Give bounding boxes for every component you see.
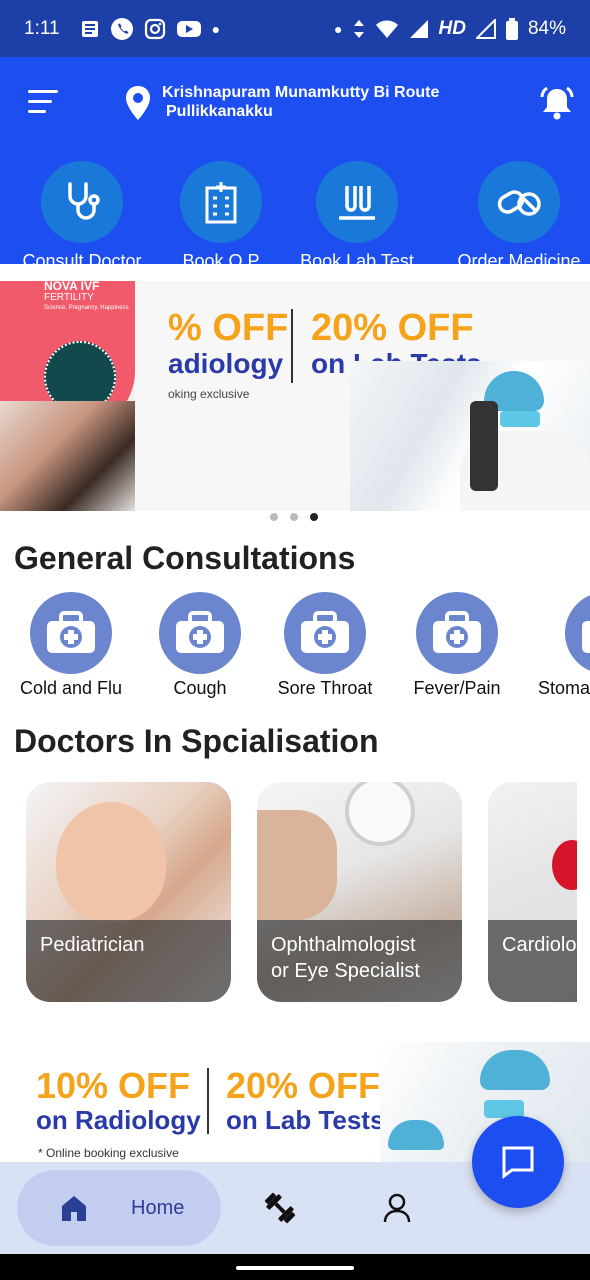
specialisation-title: Doctors In Spcialisation [14, 723, 379, 759]
family-photo [0, 401, 135, 511]
consult-icon-circle [565, 592, 590, 674]
consult-stomach[interactable]: Stoma [536, 592, 590, 699]
quick-label: Book Lab Test [300, 251, 414, 271]
quick-book-op[interactable]: Book O P [146, 161, 296, 272]
promo-radiology: 10% OFF on Radiology [36, 1065, 201, 1136]
menu-button[interactable] [28, 90, 64, 116]
home-icon [62, 1196, 86, 1221]
signal-icon [475, 18, 496, 39]
consult-label: Cough [173, 678, 227, 698]
specialist-caption: Ophthalmologist or Eye Specialist [257, 920, 462, 1002]
consult-label: Fever/Pain [413, 678, 501, 698]
quick-label: Order Medicine [457, 251, 581, 271]
chat-fab-button[interactable] [472, 1116, 564, 1208]
medical-kit-icon [301, 611, 349, 653]
gesture-handle[interactable] [236, 1266, 354, 1270]
quick-consult-doctor[interactable]: Consult Doctor [7, 161, 157, 272]
dumbbell-icon[interactable] [262, 1190, 298, 1226]
banner-offer-text: % OFF adiology oking exclusive [168, 307, 289, 401]
instagram-icon [144, 18, 165, 39]
hospital-icon [205, 182, 237, 224]
app-header: Krishnapuram Munamkutty Bi Route Pullikk… [0, 57, 590, 271]
promo-divider [207, 1068, 209, 1134]
network-type: HD [438, 17, 466, 39]
consult-label: Stoma [538, 678, 590, 698]
specialist-caption: Cardiolo [488, 920, 577, 1002]
chat-icon [502, 1146, 534, 1179]
consult-icon-circle [284, 592, 366, 674]
consult-cold-flu[interactable]: Cold and Flu [1, 592, 141, 699]
system-navigation-bar [0, 1254, 590, 1280]
pills-icon [497, 190, 541, 216]
promo-note: * Online booking exclusive [38, 1146, 179, 1160]
general-consultations-title: General Consultations [14, 540, 356, 576]
consult-fever-pain[interactable]: Fever/Pain [387, 592, 527, 699]
notification-bell-icon[interactable] [538, 85, 576, 121]
phone-icon [110, 17, 133, 40]
stethoscope-icon [68, 182, 100, 220]
quick-icon-circle [180, 161, 262, 243]
banner-left-panel: NOVA IVF FERTILITY Science. Pregnancy. H… [0, 281, 135, 511]
test-tubes-icon [339, 186, 375, 220]
brand-logo: NOVA IVF FERTILITY Science. Pregnancy. H… [44, 281, 129, 311]
quick-icon-circle [478, 161, 560, 243]
status-bar: 1:11 ● ● HD 84% [0, 0, 590, 57]
news-icon [81, 20, 98, 37]
consult-icon-circle [159, 592, 241, 674]
consult-icon-circle [30, 592, 112, 674]
youtube-icon [176, 20, 201, 37]
clock-photo [345, 782, 415, 846]
heart-photo [552, 840, 577, 890]
location-line2: Pullikkanakku [166, 103, 273, 120]
carousel-dots [270, 513, 318, 521]
specialist-caption: Pediatrician [26, 920, 231, 1002]
carousel-dot-active[interactable] [310, 513, 318, 521]
quick-icon-circle [316, 161, 398, 243]
consult-icon-circle [416, 592, 498, 674]
wifi-icon [375, 20, 398, 38]
signal-icon [409, 19, 428, 38]
consult-label: Cold and Flu [19, 678, 123, 698]
location-pin-icon[interactable] [124, 85, 152, 121]
data-arrows-icon [353, 19, 364, 38]
medical-kit-icon [176, 611, 224, 653]
carousel-dot[interactable] [290, 513, 298, 521]
baby-photo [56, 802, 166, 922]
dot-icon: ● [211, 20, 221, 37]
promo-lab: 20% OFF on Lab Tests [226, 1065, 385, 1136]
status-time: 1:11 [24, 17, 60, 39]
location-line1: Krishnapuram Munamkutty Bi Route [162, 84, 440, 101]
battery-icon [505, 17, 518, 40]
banner-divider [291, 309, 293, 383]
medical-kit-icon [47, 611, 95, 653]
medical-kit-icon [433, 611, 481, 653]
consult-cough[interactable]: Cough [130, 592, 270, 699]
nav-home[interactable]: Home [17, 1170, 221, 1246]
offer-banner-carousel[interactable]: NOVA IVF FERTILITY Science. Pregnancy. H… [0, 281, 590, 511]
specialist-card-pediatrician[interactable]: Pediatrician [26, 782, 231, 1002]
consult-stomach-clip: Stoma [520, 592, 590, 702]
carousel-dot[interactable] [270, 513, 278, 521]
consult-sore-throat[interactable]: Sore Throat [255, 592, 395, 699]
quick-order-medicine[interactable]: Order Medicine [444, 161, 590, 272]
specialist-card-cardiologist[interactable]: Cardiolo [488, 782, 577, 1002]
lab-scientist-photo [350, 361, 590, 511]
quick-book-lab-test[interactable]: Book Lab Test [282, 161, 432, 272]
consult-label: Sore Throat [277, 678, 373, 698]
quick-label: Consult Doctor [22, 251, 142, 271]
dot-icon: ● [334, 20, 343, 37]
quick-icon-circle [41, 161, 123, 243]
battery-level: 84% [527, 17, 566, 39]
quick-label: Book O P [182, 251, 260, 271]
nav-home-label: Home [131, 1196, 185, 1219]
profile-icon[interactable] [382, 1192, 412, 1224]
location-text[interactable]: Krishnapuram Munamkutty Bi Route Pullikk… [162, 83, 439, 121]
specialist-card-ophthalmologist[interactable]: Ophthalmologist or Eye Specialist [257, 782, 462, 1002]
patient-face-photo [257, 810, 337, 920]
medical-kit-icon [582, 621, 590, 653]
